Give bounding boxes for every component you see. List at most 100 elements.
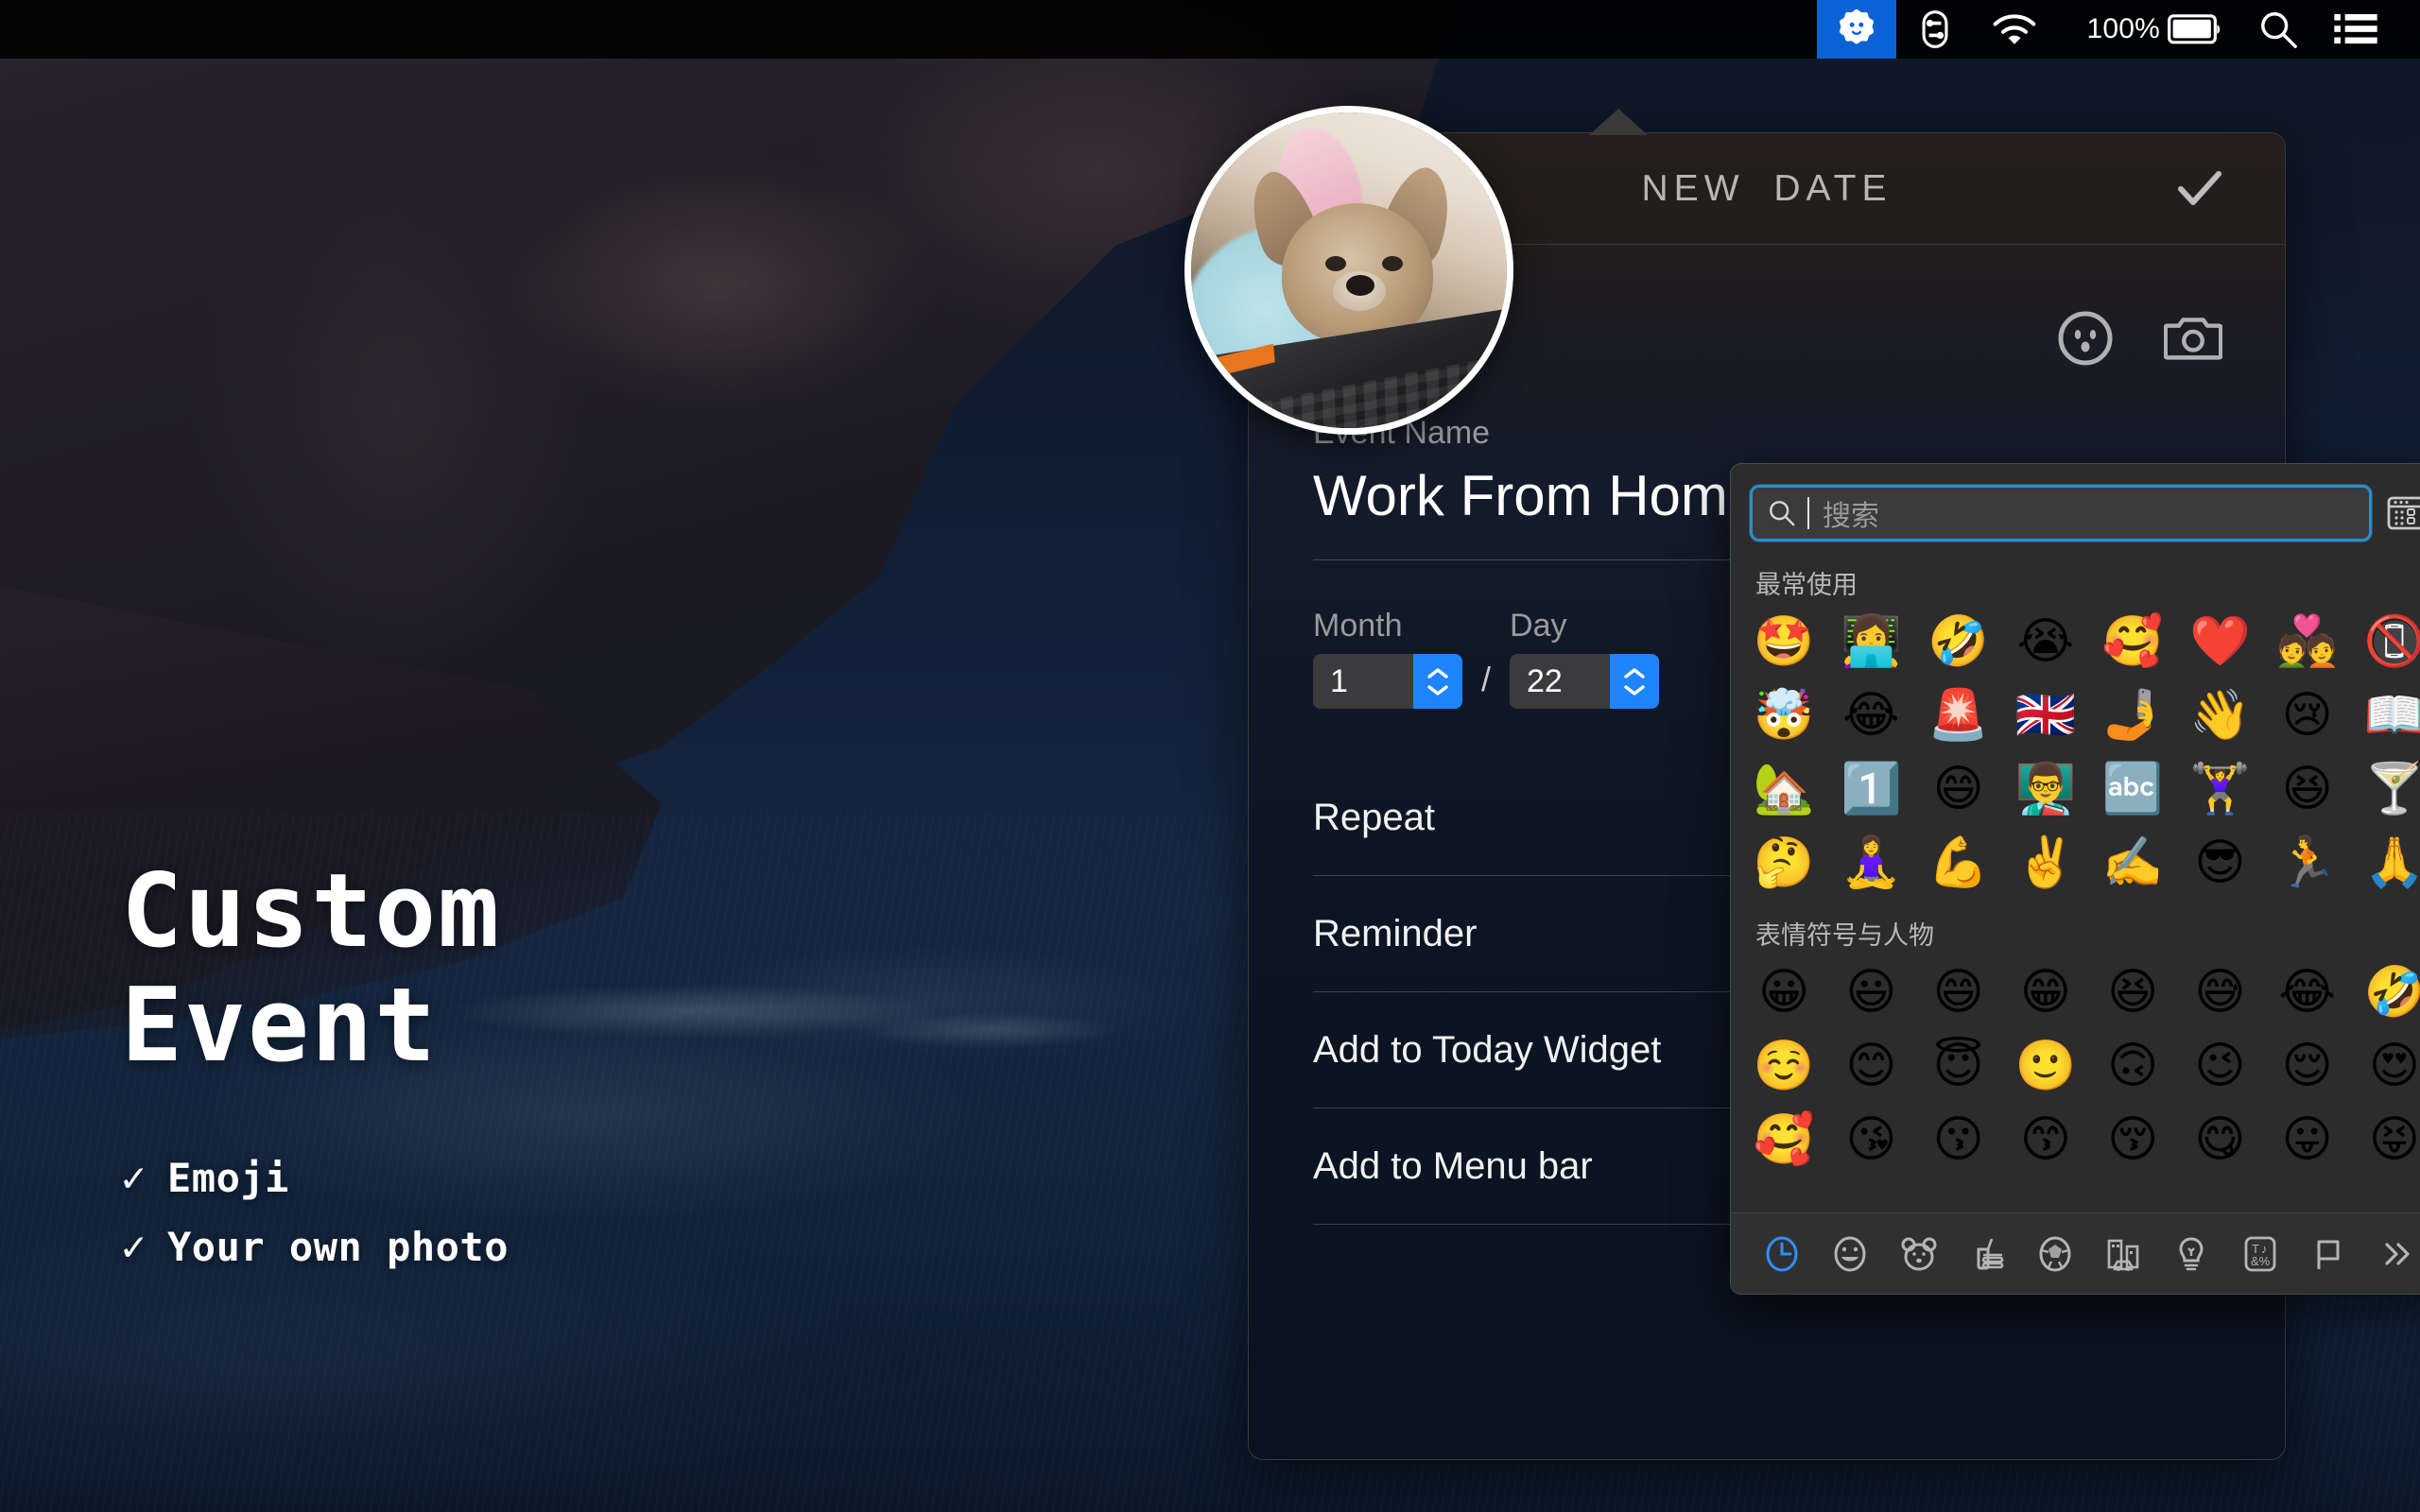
check-icon: ✓ bbox=[121, 1223, 147, 1271]
menubar-sync-icon[interactable] bbox=[1896, 0, 1974, 59]
emoji-cell[interactable]: ✌️ bbox=[2002, 826, 2089, 900]
emoji-cell[interactable]: 😄 bbox=[1915, 955, 2002, 1029]
smiley-badge-icon bbox=[1835, 8, 1878, 51]
avatar-photo-detail bbox=[1346, 275, 1374, 296]
menubar-control-center-icon[interactable] bbox=[2316, 0, 2395, 59]
emoji-cell[interactable]: 😍 bbox=[2351, 1029, 2420, 1103]
avatar[interactable] bbox=[1184, 106, 1513, 435]
tab-travel[interactable] bbox=[2089, 1213, 2157, 1295]
tab-animals[interactable] bbox=[1884, 1213, 1952, 1295]
row-label: Add to Today Widget bbox=[1313, 1029, 1661, 1072]
emoji-picker-button[interactable] bbox=[2056, 309, 2115, 368]
emoji-cell[interactable]: 🤣 bbox=[1915, 605, 2002, 679]
month-stepper-arrows[interactable] bbox=[1413, 654, 1462, 709]
emoji-cell[interactable]: 😝 bbox=[2351, 1103, 2420, 1177]
day-stepper-arrows[interactable] bbox=[1610, 654, 1659, 709]
day-value[interactable]: 22 bbox=[1510, 654, 1610, 709]
emoji-cell[interactable]: 🤣 bbox=[2351, 955, 2420, 1029]
emoji-cell[interactable]: 😙 bbox=[2002, 1103, 2089, 1177]
emoji-cell[interactable]: 😃 bbox=[1827, 955, 1914, 1029]
emoji-cell[interactable]: 🙏 bbox=[2351, 826, 2420, 900]
emoji-cell[interactable]: 🧘‍♀️ bbox=[1827, 826, 1914, 900]
emoji-cell[interactable]: 🙃 bbox=[2089, 1029, 2176, 1103]
tab-food[interactable] bbox=[1953, 1213, 2021, 1295]
emoji-cell[interactable]: 😀 bbox=[1740, 955, 1827, 1029]
emoji-cell[interactable]: 😗 bbox=[1915, 1103, 2002, 1177]
emoji-cell[interactable]: 😌 bbox=[2264, 1029, 2351, 1103]
emoji-cell[interactable]: 😂 bbox=[2264, 955, 2351, 1029]
emoji-search-placeholder: 搜索 bbox=[1823, 492, 1879, 534]
emoji-cell[interactable]: 🇬🇧 bbox=[2002, 679, 2089, 752]
photo-picker-button[interactable] bbox=[2164, 309, 2222, 368]
emoji-cell[interactable]: 📖 bbox=[2351, 679, 2420, 752]
emoji-cell[interactable]: ☺️ bbox=[1740, 1029, 1827, 1103]
tab-activity[interactable] bbox=[2021, 1213, 2089, 1295]
month-value[interactable]: 1 bbox=[1313, 654, 1413, 709]
emoji-cell[interactable]: 👋 bbox=[2176, 679, 2263, 752]
emoji-cell[interactable]: 🤳 bbox=[2089, 679, 2176, 752]
chevron-up-icon bbox=[1622, 667, 1647, 680]
emoji-cell[interactable]: 🥰 bbox=[2089, 605, 2176, 679]
promo-feature-label: Your own photo bbox=[167, 1224, 509, 1270]
emoji-cell[interactable]: 💑 bbox=[2264, 605, 2351, 679]
emoji-cell[interactable]: 😄 bbox=[1915, 752, 2002, 826]
check-icon: ✓ bbox=[121, 1154, 147, 1202]
avatar-photo bbox=[1191, 112, 1507, 428]
emoji-cell[interactable]: 🤯 bbox=[1740, 679, 1827, 752]
emoji-cell[interactable]: 😇 bbox=[1915, 1029, 2002, 1103]
emoji-cell[interactable]: 🤔 bbox=[1740, 826, 1827, 900]
emoji-cell[interactable]: 😭 bbox=[2002, 605, 2089, 679]
tab-smileys[interactable] bbox=[1816, 1213, 1884, 1295]
tab-objects[interactable] bbox=[2157, 1213, 2225, 1295]
emoji-cell[interactable]: 🏋️‍♀️ bbox=[2176, 752, 2263, 826]
menubar-app-status-icon[interactable] bbox=[1817, 0, 1896, 59]
emoji-cell[interactable]: ✍️ bbox=[2089, 826, 2176, 900]
day-stepper[interactable]: 22 bbox=[1510, 654, 1659, 709]
tab-recents[interactable] bbox=[1748, 1213, 1816, 1295]
emoji-search-field[interactable]: 搜索 bbox=[1750, 485, 2372, 541]
month-stepper[interactable]: 1 bbox=[1313, 654, 1462, 709]
emoji-cell[interactable]: 1️⃣ bbox=[1827, 752, 1914, 826]
emoji-cell[interactable]: 🚨 bbox=[1915, 679, 2002, 752]
checkmark-icon bbox=[2173, 163, 2226, 215]
chevron-down-icon bbox=[1426, 683, 1450, 696]
emoji-cell[interactable]: 🥰 bbox=[1740, 1103, 1827, 1177]
emoji-cell[interactable]: 😋 bbox=[2176, 1103, 2263, 1177]
emoji-cell[interactable]: 😘 bbox=[1827, 1103, 1914, 1177]
emoji-cell[interactable]: 😚 bbox=[2089, 1103, 2176, 1177]
tab-flags[interactable] bbox=[2294, 1213, 2362, 1295]
emoji-cell[interactable]: 😁 bbox=[2002, 955, 2089, 1029]
flag-icon bbox=[2308, 1233, 2349, 1275]
emoji-scroll-area[interactable]: 最常使用 🤩👩‍💻🤣😭🥰❤️💑📵🤯😂🚨🇬🇧🤳👋😢📖🏡1️⃣😄👨‍🏫🔤🏋️‍♀️😆… bbox=[1731, 549, 2420, 1184]
menubar-spotlight-icon[interactable] bbox=[2240, 0, 2316, 59]
emoji-cell[interactable]: 😛 bbox=[2264, 1103, 2351, 1177]
menubar-wifi-icon[interactable] bbox=[1974, 0, 2055, 59]
emoji-cell[interactable]: 😢 bbox=[2264, 679, 2351, 752]
emoji-cell[interactable]: 😆 bbox=[2264, 752, 2351, 826]
emoji-cell[interactable]: 🏃 bbox=[2264, 826, 2351, 900]
calendar-grid-icon[interactable] bbox=[2385, 491, 2420, 535]
lightbulb-icon bbox=[2170, 1233, 2212, 1275]
emoji-cell[interactable]: ❤️ bbox=[2176, 605, 2263, 679]
emoji-cell[interactable]: 😂 bbox=[1827, 679, 1914, 752]
tab-overflow[interactable] bbox=[2362, 1213, 2420, 1295]
emoji-cell[interactable]: 😅 bbox=[2176, 955, 2263, 1029]
emoji-cell[interactable]: 😉 bbox=[2176, 1029, 2263, 1103]
emoji-cell[interactable]: 😎 bbox=[2176, 826, 2263, 900]
emoji-cell[interactable]: 🔤 bbox=[2089, 752, 2176, 826]
emoji-cell[interactable]: 🤩 bbox=[1740, 605, 1827, 679]
emoji-cell[interactable]: 🍸 bbox=[2351, 752, 2420, 826]
bear-icon bbox=[1898, 1233, 1940, 1275]
confirm-button[interactable] bbox=[2173, 163, 2226, 215]
dropbox-sync-icon bbox=[1914, 9, 1956, 50]
tab-symbols[interactable]: T ♪ &% bbox=[2225, 1213, 2293, 1295]
emoji-cell[interactable]: 😊 bbox=[1827, 1029, 1914, 1103]
emoji-cell[interactable]: 💪 bbox=[1915, 826, 2002, 900]
emoji-cell[interactable]: 🙂 bbox=[2002, 1029, 2089, 1103]
emoji-cell[interactable]: 👨‍🏫 bbox=[2002, 752, 2089, 826]
emoji-cell[interactable]: 🏡 bbox=[1740, 752, 1827, 826]
menubar-battery[interactable]: 100% bbox=[2055, 0, 2240, 59]
emoji-cell[interactable]: 📵 bbox=[2351, 605, 2420, 679]
emoji-cell[interactable]: 😆 bbox=[2089, 955, 2176, 1029]
emoji-cell[interactable]: 👩‍💻 bbox=[1827, 605, 1914, 679]
